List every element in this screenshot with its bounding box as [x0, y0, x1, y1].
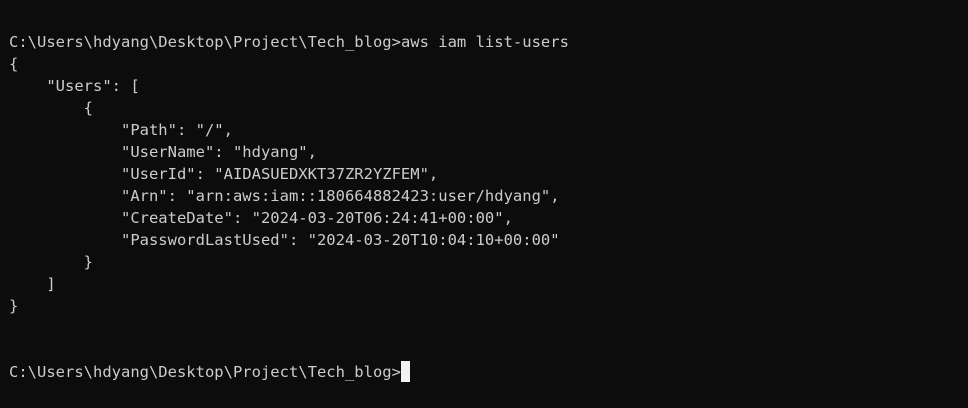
command-text: aws iam list-users — [400, 33, 569, 51]
output-line: { — [9, 55, 19, 73]
output-line: "Arn": "arn:aws:iam::180664882423:user/h… — [9, 187, 560, 205]
output-line: "Users": [ — [9, 77, 140, 95]
output-line: "Path": "/", — [9, 121, 233, 139]
output-line: "UserId": "AIDASUEDXKT37ZR2YZFEM", — [9, 165, 439, 183]
output-line: } — [9, 297, 19, 315]
output-line: ] — [9, 275, 56, 293]
prompt: C:\Users\hdyang\Desktop\Project\Tech_blo… — [9, 33, 401, 51]
command-line: C:\Users\hdyang\Desktop\Project\Tech_blo… — [9, 31, 968, 53]
active-prompt-line[interactable]: C:\Users\hdyang\Desktop\Project\Tech_blo… — [9, 361, 968, 383]
output-line: "CreateDate": "2024-03-20T06:24:41+00:00… — [9, 209, 513, 227]
output-line: "PasswordLastUsed": "2024-03-20T10:04:10… — [9, 231, 560, 249]
output-line: } — [9, 253, 93, 271]
output-line: "UserName": "hdyang", — [9, 143, 317, 161]
terminal-window[interactable]: C:\Users\hdyang\Desktop\Project\Tech_blo… — [0, 0, 968, 408]
prompt: C:\Users\hdyang\Desktop\Project\Tech_blo… — [9, 363, 401, 381]
output-line: { — [9, 99, 93, 117]
text-cursor[interactable] — [400, 361, 410, 382]
